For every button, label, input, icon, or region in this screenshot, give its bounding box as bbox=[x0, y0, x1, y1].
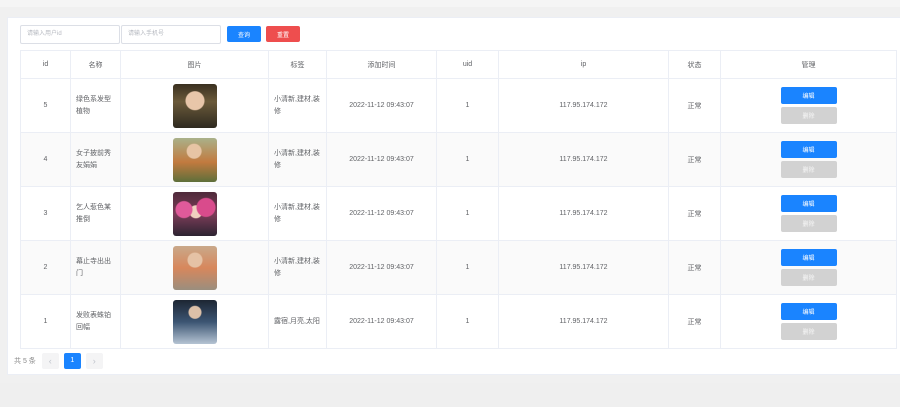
cell-time: 2022-11-12 09:43:07 bbox=[326, 186, 437, 241]
table-row: 3 乞人惹色某推倒 小清新,建材,装修 2022-11-12 09:43:07 … bbox=[20, 186, 897, 241]
column-header-uid: uid bbox=[436, 50, 499, 79]
cell-tags: 露宿,月亮,太阳 bbox=[268, 294, 327, 349]
cell-image bbox=[120, 294, 269, 349]
column-header-tags: 标签 bbox=[268, 50, 327, 79]
cell-time: 2022-11-12 09:43:07 bbox=[326, 294, 437, 349]
cell-uid: 1 bbox=[436, 294, 499, 349]
column-header-manage: 管理 bbox=[720, 50, 897, 79]
delete-button[interactable]: 删除 bbox=[780, 107, 837, 124]
table-row: 5 绿色系发型植物 小清新,建材,装修 2022-11-12 09:43:07 … bbox=[20, 78, 897, 133]
search-button[interactable]: 查询 bbox=[227, 26, 261, 42]
cell-status: 正常 bbox=[668, 294, 721, 349]
delete-button[interactable]: 删除 bbox=[780, 323, 837, 340]
data-table: id 名称 图片 标签 添加时间 uid ip 状态 管理 5 绿色系发型植物 … bbox=[20, 50, 897, 349]
delete-button[interactable]: 删除 bbox=[780, 269, 837, 286]
cell-id: 5 bbox=[20, 78, 71, 133]
cell-id: 2 bbox=[20, 240, 71, 295]
cell-status: 正常 bbox=[668, 78, 721, 133]
cell-ip: 117.95.174.172 bbox=[498, 78, 669, 133]
cell-tags: 小清新,建材,装修 bbox=[268, 78, 327, 133]
bottom-strip bbox=[0, 383, 900, 407]
cell-status: 正常 bbox=[668, 132, 721, 187]
cell-status: 正常 bbox=[668, 186, 721, 241]
cell-id: 4 bbox=[20, 132, 71, 187]
cell-status: 正常 bbox=[668, 240, 721, 295]
cell-uid: 1 bbox=[436, 186, 499, 241]
thumbnail-image[interactable] bbox=[172, 83, 217, 128]
top-strip bbox=[0, 0, 900, 7]
cell-actions: 编辑 删除 bbox=[720, 78, 897, 133]
column-header-status: 状态 bbox=[668, 50, 721, 79]
cell-ip: 117.95.174.172 bbox=[498, 240, 669, 295]
cell-id: 1 bbox=[20, 294, 71, 349]
column-header-name: 名称 bbox=[70, 50, 121, 79]
cell-ip: 117.95.174.172 bbox=[498, 132, 669, 187]
thumbnail-image[interactable] bbox=[172, 299, 217, 344]
edit-button[interactable]: 编辑 bbox=[780, 141, 837, 158]
cell-tags: 小清新,建材,装修 bbox=[268, 132, 327, 187]
cell-time: 2022-11-12 09:43:07 bbox=[326, 132, 437, 187]
cell-time: 2022-11-12 09:43:07 bbox=[326, 240, 437, 295]
column-header-ip: ip bbox=[498, 50, 669, 79]
cell-uid: 1 bbox=[436, 132, 499, 187]
cell-name: 女子披前秀友娟娟 bbox=[70, 132, 121, 187]
table-row: 1 发败表蛛铂回幅 露宿,月亮,太阳 2022-11-12 09:43:07 1… bbox=[20, 294, 897, 349]
cell-image bbox=[120, 132, 269, 187]
column-header-id: id bbox=[20, 50, 71, 79]
content-panel: 查询 重置 id 名称 图片 标签 添加时间 uid ip 状态 管理 5 绿色… bbox=[7, 17, 900, 375]
delete-button[interactable]: 删除 bbox=[780, 161, 837, 178]
thumbnail-image[interactable] bbox=[172, 245, 217, 290]
chevron-right-icon[interactable]: › bbox=[85, 352, 103, 369]
cell-name: 幕止寺出出门 bbox=[70, 240, 121, 295]
cell-name: 绿色系发型植物 bbox=[70, 78, 121, 133]
cell-actions: 编辑 删除 bbox=[720, 132, 897, 187]
edit-button[interactable]: 编辑 bbox=[780, 195, 837, 212]
reset-button[interactable]: 重置 bbox=[266, 26, 300, 42]
cell-time: 2022-11-12 09:43:07 bbox=[326, 78, 437, 133]
thumbnail-image[interactable] bbox=[172, 137, 217, 182]
delete-button[interactable]: 删除 bbox=[780, 215, 837, 232]
edit-button[interactable]: 编辑 bbox=[780, 87, 837, 104]
column-header-image: 图片 bbox=[120, 50, 269, 79]
cell-image bbox=[120, 78, 269, 133]
cell-image bbox=[120, 186, 269, 241]
thumbnail-image[interactable] bbox=[172, 191, 217, 236]
phone-input[interactable] bbox=[121, 24, 221, 44]
cell-tags: 小清新,建材,装修 bbox=[268, 240, 327, 295]
cell-actions: 编辑 删除 bbox=[720, 186, 897, 241]
total-count: 共 5 条 bbox=[14, 357, 36, 365]
cell-tags: 小清新,建材,装修 bbox=[268, 186, 327, 241]
column-header-time: 添加时间 bbox=[326, 50, 437, 79]
cell-name: 乞人惹色某推倒 bbox=[70, 186, 121, 241]
pagination: 共 5 条 ‹ 1 › bbox=[14, 352, 108, 369]
cell-ip: 117.95.174.172 bbox=[498, 186, 669, 241]
filter-bar: 查询 重置 bbox=[20, 24, 300, 44]
cell-id: 3 bbox=[20, 186, 71, 241]
edit-button[interactable]: 编辑 bbox=[780, 303, 837, 320]
cell-name: 发败表蛛铂回幅 bbox=[70, 294, 121, 349]
table-row: 4 女子披前秀友娟娟 小清新,建材,装修 2022-11-12 09:43:07… bbox=[20, 132, 897, 187]
cell-actions: 编辑 删除 bbox=[720, 240, 897, 295]
cell-uid: 1 bbox=[436, 240, 499, 295]
cell-actions: 编辑 删除 bbox=[720, 294, 897, 349]
table-row: 2 幕止寺出出门 小清新,建材,装修 2022-11-12 09:43:07 1… bbox=[20, 240, 897, 295]
edit-button[interactable]: 编辑 bbox=[780, 249, 837, 266]
user-id-input[interactable] bbox=[20, 24, 120, 44]
cell-image bbox=[120, 240, 269, 295]
cell-ip: 117.95.174.172 bbox=[498, 294, 669, 349]
chevron-left-icon[interactable]: ‹ bbox=[41, 352, 59, 369]
cell-uid: 1 bbox=[436, 78, 499, 133]
table-header-row: id 名称 图片 标签 添加时间 uid ip 状态 管理 bbox=[20, 50, 897, 79]
page-number[interactable]: 1 bbox=[63, 352, 81, 369]
